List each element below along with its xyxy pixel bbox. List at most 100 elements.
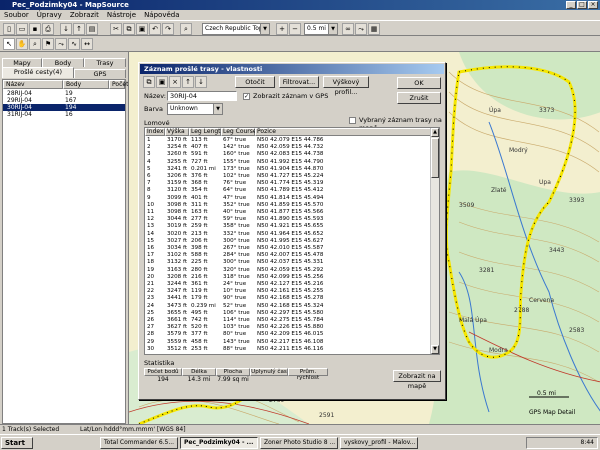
track-row[interactable]: 29RIJ-04 167 — [3, 97, 125, 104]
table-row[interactable]: 5 3241 ft 0.201 mi 173° true N50 41.904 E15 … — [145, 166, 431, 173]
table-row[interactable]: 28 3579 ft 377 ft 80° true N50 42.209 E15 46… — [145, 331, 431, 338]
column-header-points[interactable]: Body — [63, 80, 109, 89]
color-select[interactable]: Unknown ▼ — [167, 103, 223, 115]
table-row[interactable]: 14 3020 ft 213 ft 332° true N50 41.964 E15 4… — [145, 231, 431, 238]
maximize-button[interactable]: □ — [577, 1, 587, 9]
undo-icon[interactable]: ↶ — [149, 23, 161, 35]
tab-maps[interactable]: Mapy — [2, 58, 42, 67]
column-header-count[interactable]: Počet — [109, 80, 128, 89]
ok-button[interactable]: OK — [397, 77, 441, 89]
distance-tool-icon[interactable]: ↔ — [81, 38, 93, 50]
table-row[interactable]: 2 3254 ft 407 ft 142° true N50 42.059 E15 44… — [145, 144, 431, 151]
table-row[interactable]: 21 3244 ft 361 ft 24° true N50 42.127 E15 45… — [145, 281, 431, 288]
select-tool-icon[interactable]: ↖ — [3, 38, 15, 50]
zoom-tool-icon[interactable]: ⌕ — [29, 38, 41, 50]
table-row[interactable]: 16 3034 ft 398 ft 267° true N50 42.010 E15 4… — [145, 245, 431, 252]
route-tool-icon[interactable]: ⤳ — [55, 38, 67, 50]
table-row[interactable]: 27 3627 ft 520 ft 103° true N50 42.226 E15 4… — [145, 324, 431, 331]
menu-edit[interactable]: Úpravy — [37, 10, 62, 20]
elevation-profile-button[interactable]: Výškový profil... — [323, 76, 369, 96]
menu-view[interactable]: Zobrazit — [70, 10, 99, 20]
cancel-button[interactable]: Zrušit — [397, 92, 441, 104]
open-file-icon[interactable]: ▭ — [16, 23, 28, 35]
table-row[interactable]: 29 3559 ft 458 ft 143° true N50 42.217 E15 4… — [145, 339, 431, 346]
table-row[interactable]: 17 3102 ft 588 ft 284° true N50 42.007 E15 4… — [145, 252, 431, 259]
table-row[interactable]: 24 3473 ft 0.239 mi 52° true N50 42.168 E15 … — [145, 303, 431, 310]
track-row[interactable]: 28RIJ-04 19 — [3, 90, 125, 97]
table-row[interactable]: 11 3098 ft 163 ft 40° true N50 41.877 E15 45… — [145, 209, 431, 216]
menu-tools[interactable]: Nástroje — [107, 10, 136, 20]
show-on-map-button[interactable]: Zobrazit na mapě — [393, 370, 441, 390]
table-row[interactable]: 7 3159 ft 368 ft 76° true N50 41.774 E15 45.… — [145, 180, 431, 187]
start-button[interactable]: Start — [1, 437, 33, 449]
table-row[interactable]: 1 3170 ft 113 ft 67° true N50 42.079 E15 44.… — [145, 137, 431, 144]
binoculars-icon[interactable]: ∞ — [342, 23, 354, 35]
table-row[interactable]: 19 3163 ft 280 ft 320° true N50 42.059 E15 4… — [145, 267, 431, 274]
send-to-device-icon[interactable]: ↑ — [73, 23, 85, 35]
table-row[interactable]: 9 3099 ft 401 ft 47° true N50 41.814 E15 45.… — [145, 195, 431, 202]
map-product-select[interactable]: Czech Republic Topo ▼ — [202, 23, 270, 35]
table-row[interactable]: 8 3120 ft 354 ft 64° true N50 41.789 E15 45.… — [145, 187, 431, 194]
track-list[interactable]: Název Body Počet 28RIJ-04 19 29RIJ-04 167 … — [2, 79, 128, 424]
zoom-out-icon[interactable]: − — [289, 23, 301, 35]
table-row[interactable]: 15 3027 ft 206 ft 300° true N50 41.995 E15 4… — [145, 238, 431, 245]
scroll-up-icon[interactable]: ▲ — [431, 128, 439, 137]
print-icon[interactable]: ⎙ — [42, 23, 54, 35]
route-icon[interactable]: ⤳ — [355, 23, 367, 35]
table-row[interactable]: 12 3044 ft 277 ft 59° true N50 41.890 E15 45… — [145, 216, 431, 223]
copy-icon[interactable]: ⧉ — [123, 23, 135, 35]
delete-icon[interactable]: × — [169, 76, 181, 88]
show-in-gps-checkbox[interactable]: ✓ — [243, 93, 250, 100]
receive-from-device-icon[interactable]: ↓ — [60, 23, 72, 35]
table-row[interactable]: 18 3132 ft 225 ft 300° true N50 42.037 E15 4… — [145, 259, 431, 266]
close-button[interactable]: × — [588, 1, 598, 9]
table-row[interactable]: 6 3206 ft 376 ft 102° true N50 41.727 E15 45… — [145, 173, 431, 180]
tab-waypoints[interactable]: Body — [42, 58, 84, 67]
table-row[interactable]: 22 3247 ft 119 ft 10° true N50 42.161 E15 45… — [145, 288, 431, 295]
table-row[interactable]: 10 3098 ft 311 ft 352° true N50 41.859 E15 4… — [145, 202, 431, 209]
menu-help[interactable]: Nápověda — [144, 10, 179, 20]
track-name-input[interactable]: 30RIJ-04 — [167, 91, 237, 101]
paste-icon[interactable]: ▣ — [156, 76, 168, 88]
redo-icon[interactable]: ↷ — [162, 23, 174, 35]
vertical-scrollbar[interactable]: ▲ ▼ — [430, 128, 439, 354]
move-down-icon[interactable]: ↓ — [195, 76, 207, 88]
minimize-button[interactable]: _ — [566, 1, 576, 9]
table-row[interactable]: 23 3441 ft 179 ft 90° true N50 42.168 E15 45… — [145, 295, 431, 302]
tab-gps[interactable]: GPS — [74, 69, 126, 78]
track-points-table[interactable]: Index Výška Leg Length Leg Course Pozice… — [144, 127, 440, 355]
task-total-commander[interactable]: Total Commander 6.5... — [100, 437, 178, 449]
track-tool-icon[interactable]: ∿ — [68, 38, 80, 50]
tab-tracks[interactable]: Prošlé cesty(4) — [2, 67, 74, 78]
invert-button[interactable]: Otočit — [235, 76, 275, 88]
copy-icon[interactable]: ⧉ — [143, 76, 155, 88]
menu-file[interactable]: Soubor — [4, 10, 29, 20]
table-row[interactable]: 3 3260 ft 591 ft 160° true N50 42.083 E15 44… — [145, 151, 431, 158]
new-file-icon[interactable]: ▯ — [3, 23, 15, 35]
paste-icon[interactable]: ▣ — [136, 23, 148, 35]
find-icon[interactable]: ⌕ — [180, 23, 192, 35]
table-row[interactable]: 4 3255 ft 727 ft 155° true N50 41.992 E15 44… — [145, 159, 431, 166]
save-icon[interactable]: ▪ — [29, 23, 41, 35]
task-elevation-profile[interactable]: vyskovy_profil - Malov... — [340, 437, 418, 449]
task-mapsource[interactable]: Pec_Podzimky04 - ... — [180, 437, 258, 449]
column-header-index[interactable]: Index — [145, 128, 165, 136]
tab-routes[interactable]: Trasy — [84, 58, 126, 67]
column-header-name[interactable]: Název — [3, 80, 63, 89]
column-header-position[interactable]: Pozice — [255, 128, 431, 136]
scroll-down-icon[interactable]: ▼ — [431, 345, 439, 354]
table-row[interactable]: 20 3208 ft 216 ft 318° true N50 42.099 E15 4… — [145, 274, 431, 281]
zoom-select[interactable]: 0.5 mi ▼ — [304, 23, 338, 35]
table-row[interactable]: 13 3019 ft 259 ft 358° true N50 41.921 E15 4… — [145, 223, 431, 230]
table-row[interactable]: 26 3661 ft 742 ft 114° true N50 42.275 E15 4… — [145, 317, 431, 324]
track-row[interactable]: 31RIJ-04 16 — [3, 111, 125, 118]
filter-button[interactable]: Filtrovat... — [279, 76, 319, 88]
move-up-icon[interactable]: ↑ — [182, 76, 194, 88]
table-row[interactable]: 25 3655 ft 495 ft 106° true N50 42.297 E15 4… — [145, 310, 431, 317]
waypoint-tool-icon[interactable]: ⚑ — [42, 38, 54, 50]
column-header-leg-course[interactable]: Leg Course — [221, 128, 257, 136]
task-zoner-photo[interactable]: Zoner Photo Studio 8 ... — [260, 437, 338, 449]
hand-tool-icon[interactable]: ✋ — [16, 38, 28, 50]
table-row[interactable]: 30 3512 ft 253 ft 88° true N50 42.211 E15 46… — [145, 346, 431, 353]
cut-icon[interactable]: ✂ — [110, 23, 122, 35]
